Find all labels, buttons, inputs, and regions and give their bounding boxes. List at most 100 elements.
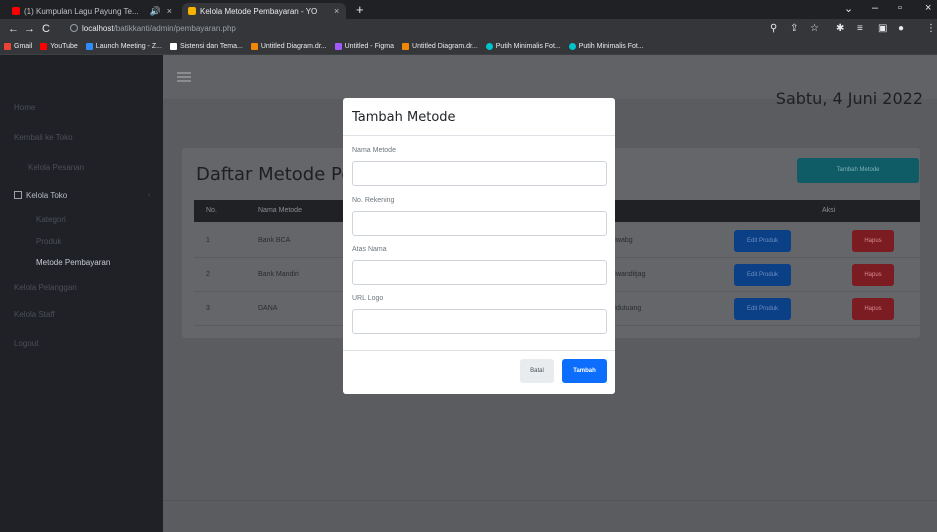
tab-label: Kelola Metode Pembayaran - YO <box>200 6 318 16</box>
logo-url-input[interactable] <box>352 309 607 334</box>
new-tab-icon[interactable]: + <box>356 3 364 17</box>
drawio-icon <box>402 43 410 50</box>
method-name-input[interactable] <box>352 161 607 186</box>
bookmark-drawio-2[interactable]: Untitled Diagram.dr... <box>402 43 478 50</box>
bookmark-gmail[interactable]: Gmail <box>4 43 32 50</box>
bookmark-sistensi[interactable]: Sistensi dan Tema... <box>169 43 243 50</box>
bookmark-label: Untitled - Figma <box>344 43 395 50</box>
cancel-button[interactable]: Batal <box>520 359 554 383</box>
tab-search-icon[interactable]: ⌄ <box>844 2 853 15</box>
bookmark-site-icon <box>169 43 177 50</box>
bookmark-label: Launch Meeting - Z... <box>95 43 162 50</box>
sidebar-item-category[interactable]: Kategori <box>36 215 66 224</box>
submit-button[interactable]: Tambah <box>562 359 607 383</box>
close-tab-icon[interactable]: × <box>334 6 339 16</box>
back-icon[interactable]: ← <box>8 22 19 36</box>
sidebar-item-back-to-store[interactable]: Kembali ke Toko <box>14 133 73 142</box>
sidebar-item-product[interactable]: Produk <box>36 237 61 246</box>
bookmark-label: Putih Minimalis Fot... <box>495 43 561 50</box>
cell-name: DANA <box>258 305 278 312</box>
cell-name: Bank Mandiri <box>258 271 299 278</box>
zoom-icon[interactable]: ⚲ <box>770 23 777 35</box>
canva-icon <box>568 43 576 50</box>
chevron-down-icon[interactable]: ‹ <box>148 192 150 199</box>
logo-url-label: URL Logo <box>352 295 384 302</box>
account-holder-input[interactable] <box>352 260 607 285</box>
sidebar-item-logout[interactable]: Logout <box>14 339 38 348</box>
column-header-action: Aksi <box>822 207 836 214</box>
bookmark-figma[interactable]: Untitled - Figma <box>334 43 395 50</box>
share-icon[interactable]: ⇪ <box>790 23 798 35</box>
close-tab-icon[interactable]: × <box>167 6 172 16</box>
site-info-icon[interactable] <box>70 24 78 32</box>
bookmark-drawio-1[interactable]: Untitled Diagram.dr... <box>250 43 327 50</box>
modal-header-divider <box>343 135 615 136</box>
tab-label: (1) Kumpulan Lagu Payung Te... <box>24 6 139 16</box>
footer-divider <box>163 500 937 501</box>
account-number-input[interactable] <box>352 211 607 236</box>
zoom-app-icon <box>85 43 93 50</box>
url-host: localhost <box>82 24 114 33</box>
add-method-button[interactable]: Tambah Metode <box>797 158 919 183</box>
site-favicon-icon <box>188 7 196 15</box>
bookmark-youtube[interactable]: YouTube <box>40 43 78 50</box>
bookmark-label: Putih Minimalis Fot... <box>578 43 644 50</box>
side-panel-icon[interactable]: ▣ <box>878 23 887 35</box>
store-icon <box>14 191 22 199</box>
modal-title: Tambah Metode <box>352 110 456 125</box>
method-name-label: Nama Metode <box>352 147 396 154</box>
bookmark-zoom[interactable]: Launch Meeting - Z... <box>85 43 162 50</box>
address-bar[interactable]: localhost/batikkanti/admin/pembayaran.ph… <box>70 21 570 37</box>
forward-icon[interactable]: → <box>24 22 35 36</box>
cell-account-name: Idutuang <box>614 305 642 312</box>
speaker-icon: 🔊 <box>149 5 161 16</box>
sidebar-item-home[interactable]: Home <box>14 103 35 112</box>
minimize-icon[interactable]: – <box>872 2 878 14</box>
cell-account-name: Iwanditjag <box>614 271 646 278</box>
bookmarks-bar: Gmail YouTube Launch Meeting - Z... Sist… <box>0 39 937 55</box>
profile-avatar-icon[interactable]: ● <box>898 23 904 35</box>
reading-list-icon[interactable]: ≡ <box>857 23 863 35</box>
cell-no: 3 <box>206 305 210 312</box>
edit-button[interactable]: Edit Produk <box>734 264 791 286</box>
drawio-icon <box>250 43 258 50</box>
browser-tab-active[interactable]: Kelola Metode Pembayaran - YO × <box>182 3 346 19</box>
extensions-icon[interactable]: ✱ <box>836 23 844 35</box>
menu-dots-icon[interactable]: ⋮ <box>926 23 936 35</box>
edit-button[interactable]: Edit Produk <box>734 298 791 320</box>
sidebar: Home Kembali ke Toko Kelola Pesanan Kelo… <box>0 55 163 532</box>
sidebar-item-customers[interactable]: Kelola Pelanggan <box>14 283 77 292</box>
column-header-no: No. <box>206 207 217 214</box>
bookmark-canva-2[interactable]: Putih Minimalis Fot... <box>568 43 644 50</box>
cell-account-name: Iwabg <box>614 237 633 244</box>
figma-icon <box>334 43 342 50</box>
sidebar-item-orders[interactable]: Kelola Pesanan <box>28 163 84 172</box>
gmail-icon <box>4 43 11 50</box>
bookmark-label: Untitled Diagram.dr... <box>412 43 478 50</box>
account-holder-label: Atas Nama <box>352 246 387 253</box>
restore-icon[interactable]: ▫ <box>898 2 902 14</box>
bookmark-label: Sistensi dan Tema... <box>179 43 243 50</box>
delete-button[interactable]: Hapus <box>852 230 894 252</box>
sidebar-item-staff[interactable]: Kelola Staff <box>14 310 55 319</box>
account-number-label: No. Rekening <box>352 197 395 204</box>
bookmark-label: Gmail <box>14 43 33 50</box>
bookmark-star-icon[interactable]: ☆ <box>810 23 819 35</box>
sidebar-item-manage-store[interactable]: Kelola Toko <box>14 191 67 200</box>
bookmark-canva-1[interactable]: Putih Minimalis Fot... <box>485 43 561 50</box>
sidebar-item-payment-methods[interactable]: Metode Pembayaran <box>36 258 110 267</box>
cell-name: Bank BCA <box>258 237 291 244</box>
delete-button[interactable]: Hapus <box>852 264 894 286</box>
menu-toggle-icon[interactable] <box>177 72 191 82</box>
bookmark-label: Untitled Diagram.dr... <box>260 43 327 50</box>
edit-button[interactable]: Edit Produk <box>734 230 791 252</box>
url-path: /batikkanti/admin/pembayaran.php <box>113 24 236 33</box>
column-header-name: Nama Metode <box>258 207 302 214</box>
browser-tab-youtube[interactable]: (1) Kumpulan Lagu Payung Te... 🔊 × <box>6 3 178 19</box>
youtube-icon <box>40 43 48 50</box>
window-close-icon[interactable]: × <box>925 2 931 14</box>
cell-no: 1 <box>206 237 210 244</box>
delete-button[interactable]: Hapus <box>852 298 894 320</box>
youtube-favicon-icon <box>12 7 20 15</box>
reload-icon[interactable]: C <box>42 22 50 36</box>
